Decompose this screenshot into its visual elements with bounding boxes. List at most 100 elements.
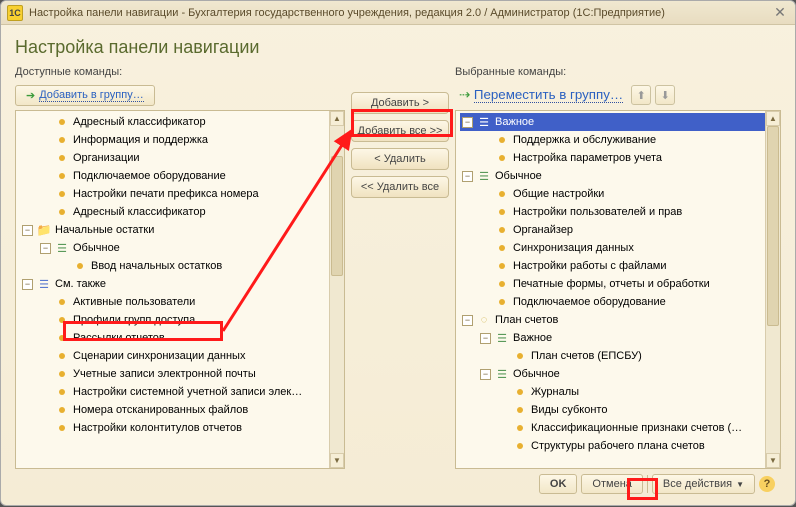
available-label: Доступные команды: (15, 66, 345, 78)
tree-item[interactable]: Профили групп доступа (73, 314, 195, 326)
leaf-icon (59, 119, 65, 125)
tree-group[interactable]: Обычное (495, 170, 542, 182)
page-title: Настройка панели навигации (15, 37, 781, 58)
scroll-up-icon[interactable]: ▲ (330, 111, 344, 126)
scrollbar[interactable]: ▲ ▼ (329, 111, 344, 468)
move-up-button[interactable]: ⬆ (631, 85, 651, 105)
scrollbar[interactable]: ▲ ▼ (765, 111, 780, 468)
leaf-icon (517, 443, 523, 449)
bars-icon (55, 241, 69, 255)
tree-item[interactable]: Ввод начальных остатков (91, 260, 222, 272)
collapse-icon[interactable]: − (462, 315, 473, 326)
folder-icon (37, 223, 51, 237)
leaf-icon (499, 209, 505, 215)
move-to-group-label: Переместить в группу… (474, 87, 623, 103)
move-to-group-button[interactable]: ⇢ Переместить в группу… (455, 85, 627, 105)
tree-item[interactable]: Подключаемое оборудование (73, 170, 226, 182)
collapse-icon[interactable]: − (462, 171, 473, 182)
titlebar: 1C Настройка панели навигации - Бухгалте… (1, 1, 795, 25)
tree-item[interactable]: Настройки системной учетной записи элек… (73, 386, 302, 398)
cancel-button[interactable]: Отмена (581, 474, 642, 494)
tree-item[interactable]: Органайзер (513, 224, 573, 236)
scroll-down-icon[interactable]: ▼ (766, 453, 780, 468)
tree-item[interactable]: Настройки работы с файлами (513, 260, 667, 272)
bars-icon (477, 169, 491, 183)
collapse-icon[interactable]: − (40, 243, 51, 254)
tree-item[interactable]: Настройки печати префикса номера (73, 188, 259, 200)
tree-item[interactable]: Рассылки отчетов (73, 332, 165, 344)
leaf-icon (59, 317, 65, 323)
tree-item[interactable]: Настройки пользователей и прав (513, 206, 682, 218)
leaf-icon (59, 407, 65, 413)
collapse-icon[interactable]: − (22, 279, 33, 290)
collapse-icon[interactable]: − (22, 225, 33, 236)
leaf-icon (59, 209, 65, 215)
move-down-button[interactable]: ⬇ (655, 85, 675, 105)
remove-button[interactable]: < Удалить (351, 148, 449, 170)
tree-item[interactable]: Адресный классификатор (73, 116, 206, 128)
leaf-icon (59, 155, 65, 161)
tree-group[interactable]: Важное (495, 116, 534, 128)
scroll-down-icon[interactable]: ▼ (330, 453, 344, 468)
tree-group[interactable]: См. также (55, 278, 106, 290)
selected-label: Выбранные команды: (455, 66, 781, 78)
tree-item[interactable]: Синхронизация данных (513, 242, 634, 254)
tree-item[interactable]: Структуры рабочего плана счетов (531, 440, 705, 452)
help-icon[interactable]: ? (759, 476, 775, 492)
scroll-thumb[interactable] (331, 156, 343, 276)
leaf-icon (499, 227, 505, 233)
leaf-icon (77, 263, 83, 269)
tree-item[interactable]: Настройки колонтитулов отчетов (73, 422, 242, 434)
arrow-right-icon: ➔ (26, 89, 35, 102)
tree-item[interactable]: Виды субконто (531, 404, 607, 416)
leaf-icon (517, 353, 523, 359)
leaf-icon (517, 425, 523, 431)
leaf-icon (499, 137, 505, 143)
all-actions-button[interactable]: Все действия ▼ (652, 474, 755, 494)
tree-item[interactable]: Печатные формы, отчеты и обработки (513, 278, 710, 290)
tree-group[interactable]: Обычное (513, 368, 560, 380)
collapse-icon[interactable]: − (462, 117, 473, 128)
tree-item[interactable]: Организации (73, 152, 140, 164)
leaf-icon (59, 299, 65, 305)
tree-item[interactable]: Активные пользователи (73, 296, 195, 308)
add-button[interactable]: Добавить > (351, 92, 449, 114)
tree-group[interactable]: Начальные остатки (55, 224, 154, 236)
tree-group[interactable]: Обычное (73, 242, 120, 254)
leaf-icon (59, 137, 65, 143)
leaf-icon (499, 281, 505, 287)
bars-icon (477, 115, 491, 129)
add-to-group-label: Добавить в группу… (39, 89, 144, 102)
tree-item[interactable]: Учетные записи электронной почты (73, 368, 256, 380)
tree-item[interactable]: Настройка параметров учета (513, 152, 662, 164)
tree-item[interactable]: Номера отсканированных файлов (73, 404, 248, 416)
remove-all-button[interactable]: << Удалить все (351, 176, 449, 198)
tree-item[interactable]: Классификационные признаки счетов (… (531, 422, 742, 434)
tree-item[interactable]: План счетов (ЕПСБУ) (531, 350, 642, 362)
tree-item[interactable]: Адресный классификатор (73, 206, 206, 218)
tree-item[interactable]: Информация и поддержка (73, 134, 208, 146)
tree-item[interactable]: Поддержка и обслуживание (513, 134, 656, 146)
tree-item[interactable]: Подключаемое оборудование (513, 296, 666, 308)
collapse-icon[interactable]: − (480, 333, 491, 344)
close-icon[interactable]: ✕ (771, 4, 789, 22)
selected-tree[interactable]: − Важное Поддержка и обслуживание Настро… (456, 111, 780, 468)
tree-group[interactable]: План счетов (495, 314, 558, 326)
ok-button[interactable]: OK (539, 474, 578, 494)
app-logo-icon: 1C (7, 5, 23, 21)
add-all-button[interactable]: Добавить все >> (351, 120, 449, 142)
chevron-down-icon: ▼ (736, 480, 744, 489)
leaf-icon (517, 389, 523, 395)
cylinder-icon (477, 313, 491, 327)
bars-icon (495, 367, 509, 381)
scroll-thumb[interactable] (767, 126, 779, 326)
tree-item[interactable]: Общие настройки (513, 188, 604, 200)
add-to-group-button[interactable]: ➔ Добавить в группу… (15, 85, 155, 106)
tree-group[interactable]: Важное (513, 332, 552, 344)
tree-item[interactable]: Журналы (531, 386, 579, 398)
scroll-up-icon[interactable]: ▲ (766, 111, 780, 126)
tree-item[interactable]: Сценарии синхронизации данных (73, 350, 245, 362)
leaf-icon (59, 425, 65, 431)
collapse-icon[interactable]: − (480, 369, 491, 380)
available-tree[interactable]: Адресный классификатор Информация и подд… (16, 111, 344, 468)
